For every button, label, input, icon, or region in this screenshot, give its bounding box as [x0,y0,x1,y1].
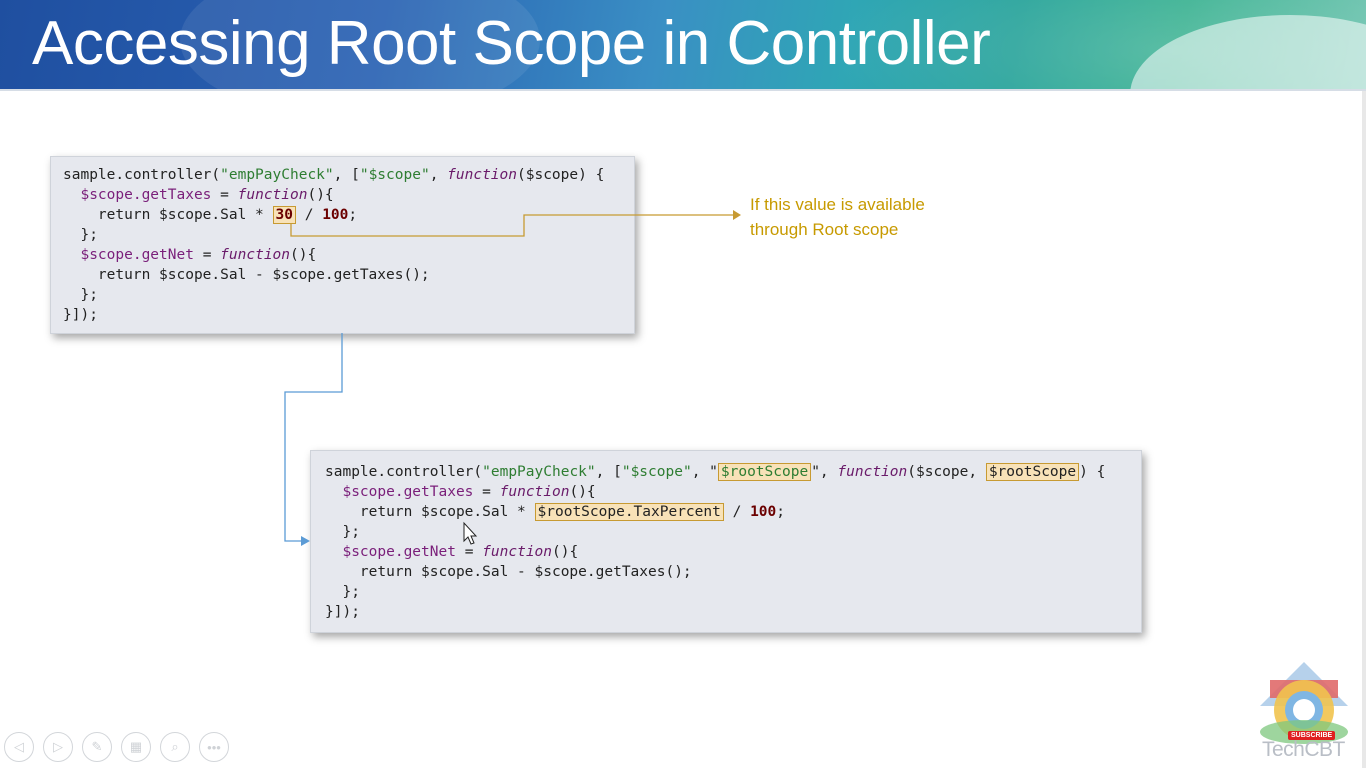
code-number: 100 [750,504,777,520]
code-text: sample.controller("empPayCheck", ["$scop… [63,165,604,325]
code-variable: $scope.getTaxes [80,187,212,203]
code-text: sample.controller("empPayCheck", ["$scop… [325,462,1105,622]
code-token: ($scope) { [517,167,605,183]
code-token: sample.controller( [63,167,221,183]
code-string: "$scope" [621,464,692,480]
code-token: ; [776,504,785,520]
code-token: }]); [325,604,360,620]
code-keyword: function [220,247,291,263]
code-string: "empPayCheck" [220,167,334,183]
slide-header: Accessing Root Scope in Controller [0,0,1366,89]
code-variable: $scope.getNet [342,544,456,560]
code-variable: $scope.getTaxes [342,484,474,500]
code-token: return $scope.Sal * [97,207,273,223]
slide-edge [1362,91,1366,768]
code-token: , [ [595,464,622,480]
code-token: sample.controller( [325,464,483,480]
code-token: }; [80,287,98,303]
highlight-tax-value: 30 [272,206,296,224]
code-token: (){ [307,187,334,203]
previous-slide-icon[interactable]: ◁ [4,732,34,762]
code-token: (){ [552,544,579,560]
callout-note: If this value is available through Root … [750,192,925,242]
brand-name: TechCBT [1262,738,1345,761]
see-all-slides-icon[interactable]: ▦ [121,732,151,762]
code-token: (){ [290,247,317,263]
callout-line: If this value is available [750,195,925,214]
code-token: return $scope.Sal - $scope.getTaxes(); [97,267,430,283]
header-divider [0,89,1366,91]
callout-line: through Root scope [750,220,899,239]
more-options-icon[interactable]: ••• [199,732,229,762]
highlight-tax-percent: $rootScope.TaxPercent [534,503,724,521]
code-keyword: function [499,484,570,500]
slideshow-toolbar: ◁ ▷ ✎ ▦ ⌕ ••• [4,732,229,762]
code-token: , [ [333,167,360,183]
code-keyword: function [837,464,908,480]
code-token: return $scope.Sal - $scope.getTaxes(); [359,564,692,580]
code-variable: $scope.getNet [80,247,194,263]
code-token: ) { [1079,464,1106,480]
code-block-original: sample.controller("empPayCheck", ["$scop… [50,156,635,334]
code-string: "empPayCheck" [482,464,596,480]
code-keyword: function [237,187,308,203]
code-token: ", [811,464,838,480]
code-string: "$scope" [359,167,430,183]
code-token: return $scope.Sal * [359,504,535,520]
code-token: , [429,167,448,183]
code-token: }; [342,584,360,600]
code-token: / [296,207,323,223]
code-token: = [211,187,238,203]
code-token: = [193,247,221,263]
code-token: ; [348,207,358,223]
code-token: }; [342,524,360,540]
pen-icon[interactable]: ✎ [82,732,112,762]
highlight-rootscope-dependency: $rootScope [717,463,812,481]
code-token: }]); [63,307,98,323]
slide-title: Accessing Root Scope in Controller [32,9,991,78]
zoom-icon[interactable]: ⌕ [160,732,190,762]
next-slide-icon[interactable]: ▷ [43,732,73,762]
highlight-rootscope-param: $rootScope [985,463,1080,481]
code-number: 100 [322,207,349,223]
code-token: ($scope, [907,464,986,480]
code-keyword: function [482,544,553,560]
connector-lines [284,210,741,546]
code-token: / [723,504,751,520]
code-token: = [473,484,500,500]
code-block-rootscope: sample.controller("empPayCheck", ["$scop… [310,450,1142,633]
code-token: (){ [569,484,596,500]
code-token: , " [691,464,718,480]
code-token: = [455,544,483,560]
code-keyword: function [447,167,517,183]
code-token: }; [80,227,98,243]
